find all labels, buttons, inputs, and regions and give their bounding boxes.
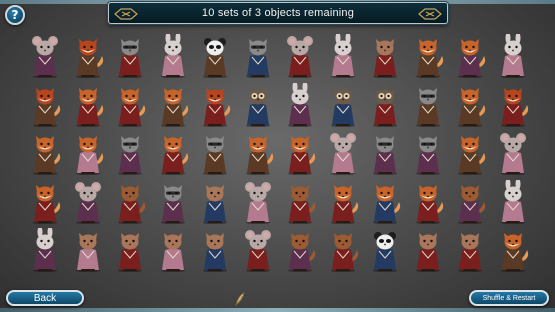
mouse-figurine[interactable] <box>281 34 319 78</box>
mouse-figurine[interactable] <box>26 34 64 78</box>
owl-figurine[interactable] <box>324 83 362 127</box>
fox-figurine[interactable] <box>324 180 362 224</box>
cat-figurine[interactable] <box>366 34 404 78</box>
fox-figurine[interactable] <box>451 131 489 175</box>
scroll-ornament-icon <box>417 7 443 21</box>
owl-figurine[interactable] <box>366 83 404 127</box>
fox-figurine[interactable] <box>111 83 149 127</box>
cat-figurine[interactable] <box>196 228 234 272</box>
mouse-figurine[interactable] <box>494 131 532 175</box>
squirrel-figurine[interactable] <box>451 180 489 224</box>
bunny-figurine[interactable] <box>26 228 64 272</box>
shuffle-restart-label: Shuffle & Restart <box>482 294 536 302</box>
bunny-figurine[interactable] <box>281 82 319 127</box>
mouse-figurine[interactable] <box>239 228 277 272</box>
cat-figurine[interactable] <box>451 228 489 272</box>
panda-figurine[interactable] <box>196 34 234 78</box>
red-panda-figurine[interactable] <box>69 34 107 78</box>
bunny-figurine[interactable] <box>324 34 362 78</box>
fox-figurine[interactable] <box>281 131 319 175</box>
fox-figurine[interactable] <box>69 131 107 175</box>
cat-figurine[interactable] <box>69 228 107 272</box>
fox-figurine[interactable] <box>409 180 447 224</box>
bunny-figurine[interactable] <box>154 34 192 78</box>
fox-figurine[interactable] <box>409 34 447 78</box>
fox-figurine[interactable] <box>451 34 489 78</box>
mouse-figurine[interactable] <box>324 131 362 175</box>
raccoon-figurine[interactable] <box>366 131 404 175</box>
remaining-sets-title: 10 sets of 3 objects remaining <box>201 7 355 19</box>
bunny-figurine[interactable] <box>494 179 532 224</box>
fox-figurine[interactable] <box>451 83 489 127</box>
mouse-figurine[interactable] <box>69 180 107 224</box>
red-panda-figurine[interactable] <box>494 83 532 127</box>
question-mark-icon: ? <box>11 8 19 22</box>
shuffle-restart-button[interactable]: Shuffle & Restart <box>469 290 549 306</box>
fox-figurine[interactable] <box>494 228 532 272</box>
fox-figurine[interactable] <box>26 131 64 175</box>
raccoon-figurine[interactable] <box>409 131 447 175</box>
object-board <box>26 34 534 274</box>
back-button[interactable]: Back <box>6 290 84 306</box>
fox-figurine[interactable] <box>154 131 192 175</box>
title-banner: 10 sets of 3 objects remaining <box>108 2 448 24</box>
bottom-frame <box>0 308 555 312</box>
squirrel-figurine[interactable] <box>281 228 319 272</box>
cat-figurine[interactable] <box>409 228 447 272</box>
fox-figurine[interactable] <box>69 83 107 127</box>
back-button-label: Back <box>33 292 57 304</box>
cat-figurine[interactable] <box>154 228 192 272</box>
red-panda-figurine[interactable] <box>26 83 64 127</box>
raccoon-figurine[interactable] <box>111 131 149 175</box>
fox-figurine[interactable] <box>239 131 277 175</box>
cat-figurine[interactable] <box>196 180 234 224</box>
fox-figurine[interactable] <box>154 83 192 127</box>
red-panda-figurine[interactable] <box>196 83 234 127</box>
owl-figurine[interactable] <box>239 83 277 127</box>
mouse-figurine[interactable] <box>239 180 277 224</box>
fox-figurine[interactable] <box>366 180 404 224</box>
raccoon-figurine[interactable] <box>111 34 149 78</box>
feather-quill-cursor-icon <box>234 291 246 306</box>
help-button[interactable]: ? <box>5 5 25 25</box>
cat-figurine[interactable] <box>111 228 149 272</box>
bunny-figurine[interactable] <box>494 34 532 78</box>
squirrel-figurine[interactable] <box>281 180 319 224</box>
squirrel-figurine[interactable] <box>111 180 149 224</box>
raccoon-figurine[interactable] <box>154 180 192 224</box>
squirrel-figurine[interactable] <box>324 228 362 272</box>
scroll-ornament-icon <box>113 7 139 21</box>
panda-figurine[interactable] <box>366 228 404 272</box>
raccoon-figurine[interactable] <box>196 131 234 175</box>
fox-figurine[interactable] <box>26 180 64 224</box>
raccoon-figurine[interactable] <box>409 83 447 127</box>
raccoon-figurine[interactable] <box>239 34 277 78</box>
